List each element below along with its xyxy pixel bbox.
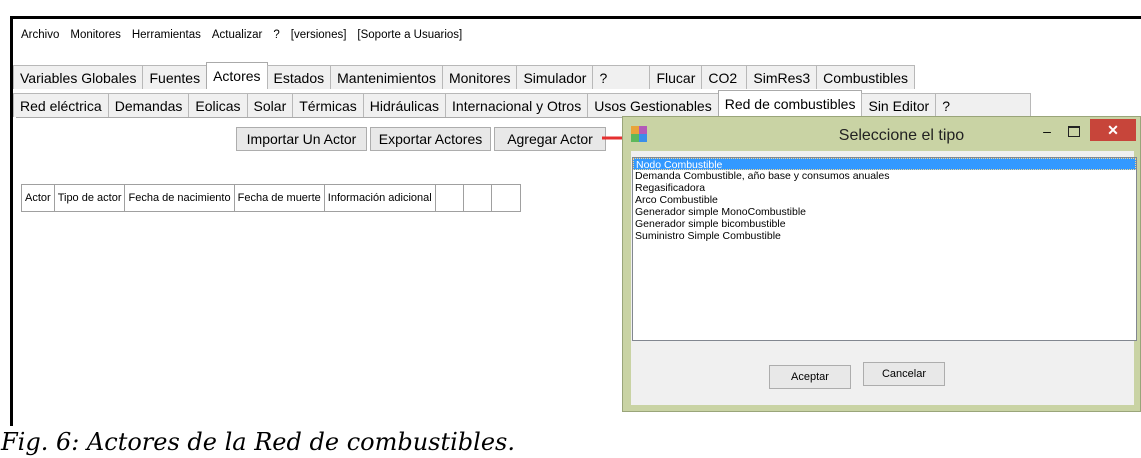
subtab-red-de-combustibles[interactable]: Red de combustibles (717, 90, 863, 117)
menu-item[interactable]: Archivo (21, 29, 59, 47)
import-actor-button[interactable]: Importar Un Actor (236, 127, 367, 151)
column-header[interactable]: Actor (22, 185, 55, 211)
main-tab-row: Variables Globales Fuentes Actores Estados M… (13, 62, 915, 89)
list-item[interactable]: Generador simple bicombustible (633, 218, 1136, 230)
tab-fuentes[interactable]: Fuentes (142, 65, 208, 89)
subtab-sin-editor[interactable]: Sin Editor (861, 93, 937, 117)
subtab-hidráulicas[interactable]: Hidráulicas (362, 93, 447, 117)
column-header[interactable]: Tipo de actor (55, 185, 126, 211)
list-item[interactable]: Suministro Simple Combustible (633, 230, 1136, 242)
tab-[interactable]: ? (592, 65, 651, 89)
subtab-solar[interactable]: Solar (246, 93, 294, 117)
column-header-empty[interactable] (492, 185, 520, 211)
column-header-empty[interactable] (436, 185, 464, 211)
close-icon[interactable]: ✕ (1090, 119, 1136, 141)
type-listbox[interactable]: Nodo Combustible Demanda Combustible, año… (632, 157, 1137, 341)
column-header[interactable]: Fecha de muerte (235, 185, 325, 211)
maximize-icon[interactable] (1063, 123, 1085, 141)
sub-tab-row: Red eléctrica Demandas Eolicas Solar Térmica… (13, 90, 1032, 117)
menu-bar: Archivo Monitores Herramientas Actualizar? [… (13, 29, 462, 47)
list-item[interactable]: Arco Combustible (633, 194, 1136, 206)
subtab-eolicas[interactable]: Eolicas (188, 93, 248, 117)
tab-actores[interactable]: Actores (206, 62, 268, 89)
tab-co2[interactable]: CO2 (701, 65, 748, 89)
accept-button[interactable]: Aceptar (769, 365, 851, 389)
tab-simres3[interactable]: SimRes3 (746, 65, 818, 89)
minimize-icon[interactable]: – (1037, 123, 1057, 141)
menu-item[interactable]: ? (273, 29, 279, 47)
export-actors-button[interactable]: Exportar Actores (370, 127, 491, 151)
menu-item[interactable]: Monitores (70, 29, 121, 47)
tab-mantenimientos[interactable]: Mantenimientos (330, 65, 443, 89)
menu-item[interactable]: Actualizar (212, 29, 263, 47)
subtab-internacional-y-otros[interactable]: Internacional y Otros (445, 93, 589, 117)
column-header[interactable]: Fecha de nacimiento (125, 185, 235, 211)
column-header[interactable]: Información adicional (325, 185, 436, 211)
dialog-body: Nodo Combustible Demanda Combustible, año… (631, 151, 1137, 405)
tab-flucar[interactable]: Flucar (649, 65, 703, 89)
list-item[interactable]: Demanda Combustible, año base y consumos… (633, 170, 1136, 182)
tab-combustibles[interactable]: Combustibles (816, 65, 915, 89)
menu-item[interactable]: [versiones] (291, 29, 347, 47)
subtab-red-eléctrica[interactable]: Red eléctrica (13, 93, 109, 117)
tab-monitores[interactable]: Monitores (441, 65, 518, 89)
menu-item[interactable]: [Soporte a Usuarios] (357, 29, 462, 47)
subtab-usos-gestionables[interactable]: Usos Gestionables (587, 93, 719, 117)
figure-caption: Fig. 6: Actores de la Red de combustible… (1, 428, 515, 456)
add-actor-button[interactable]: Agregar Actor (494, 127, 606, 151)
list-item[interactable]: Generador simple MonoCombustible (633, 206, 1136, 218)
subtab-[interactable]: ? (935, 93, 1032, 117)
subtab-térmicas[interactable]: Térmicas (292, 93, 364, 117)
subtab-demandas[interactable]: Demandas (107, 93, 190, 117)
cancel-button[interactable]: Cancelar (863, 362, 945, 386)
column-header-empty[interactable] (464, 185, 492, 211)
dialog-title-bar[interactable]: Seleccione el tipo – ✕ (623, 117, 1140, 151)
list-item[interactable]: Regasificadora (633, 182, 1136, 194)
tab-simulador[interactable]: Simulador (516, 65, 594, 89)
menu-item[interactable]: Herramientas (132, 29, 201, 47)
list-item[interactable]: Nodo Combustible (633, 158, 1136, 171)
select-type-dialog: Seleccione el tipo – ✕ Nodo Combustible D… (622, 116, 1141, 412)
actors-table-header: Actor Tipo de actor Fecha de nacimiento Fec… (21, 184, 521, 212)
tab-variables-globales[interactable]: Variables Globales (13, 65, 144, 89)
tab-estados[interactable]: Estados (266, 65, 332, 89)
